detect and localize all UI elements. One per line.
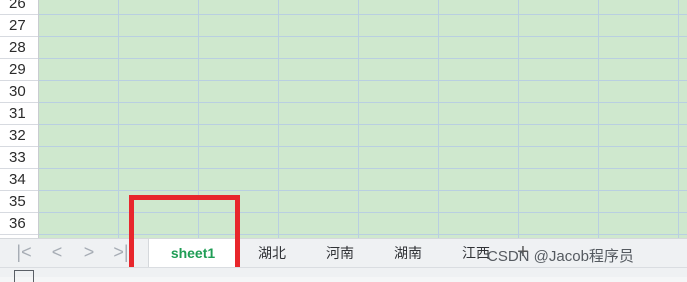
column-gridline: [118, 0, 119, 238]
tab-hubei[interactable]: 湖北: [240, 239, 304, 267]
spreadsheet-grid: 26 27 28 29 30 31 32 33 34 35 36: [0, 0, 687, 238]
column-gridline: [278, 0, 279, 238]
column-gridline: [678, 0, 679, 238]
row-gridline: [39, 36, 687, 37]
row-gridline: [39, 102, 687, 103]
row-header-29[interactable]: 29: [0, 59, 38, 81]
column-gridline: [358, 0, 359, 238]
row-gridline: [39, 124, 687, 125]
tab-henan[interactable]: 河南: [308, 239, 372, 267]
watermark: CSDN @Jacob程序员: [487, 248, 634, 265]
row-gridline: [39, 190, 687, 191]
row-header-27[interactable]: 27: [0, 15, 38, 37]
column-gridline: [598, 0, 599, 238]
chevron-left-icon[interactable]: <: [43, 239, 71, 267]
tab-hunan[interactable]: 湖南: [376, 239, 440, 267]
row-header-34[interactable]: 34: [0, 169, 38, 191]
row-header-31[interactable]: 31: [0, 103, 38, 125]
column-gridline: [438, 0, 439, 238]
row-gridline: [39, 168, 687, 169]
row-gridline: [39, 80, 687, 81]
row-header-35[interactable]: 35: [0, 191, 38, 213]
column-gridline: [518, 0, 519, 238]
row-gridline: [39, 58, 687, 59]
row-header-30[interactable]: 30: [0, 81, 38, 103]
row-gridline: [39, 146, 687, 147]
row-gridline: [39, 14, 687, 15]
row-header-36[interactable]: 36: [0, 213, 38, 235]
row-header-28[interactable]: 28: [0, 37, 38, 59]
row-header-32[interactable]: 32: [0, 125, 38, 147]
row-headers: 26 27 28 29 30 31 32 33 34 35 36: [0, 0, 39, 238]
chevron-right-icon[interactable]: >: [75, 239, 103, 267]
sheet-view-icon[interactable]: [14, 270, 34, 282]
skip-to-first-icon[interactable]: |<: [10, 239, 38, 267]
annotation-highlight-box: [129, 195, 240, 276]
row-header-26[interactable]: 26: [0, 0, 38, 15]
row-header-33[interactable]: 33: [0, 147, 38, 169]
